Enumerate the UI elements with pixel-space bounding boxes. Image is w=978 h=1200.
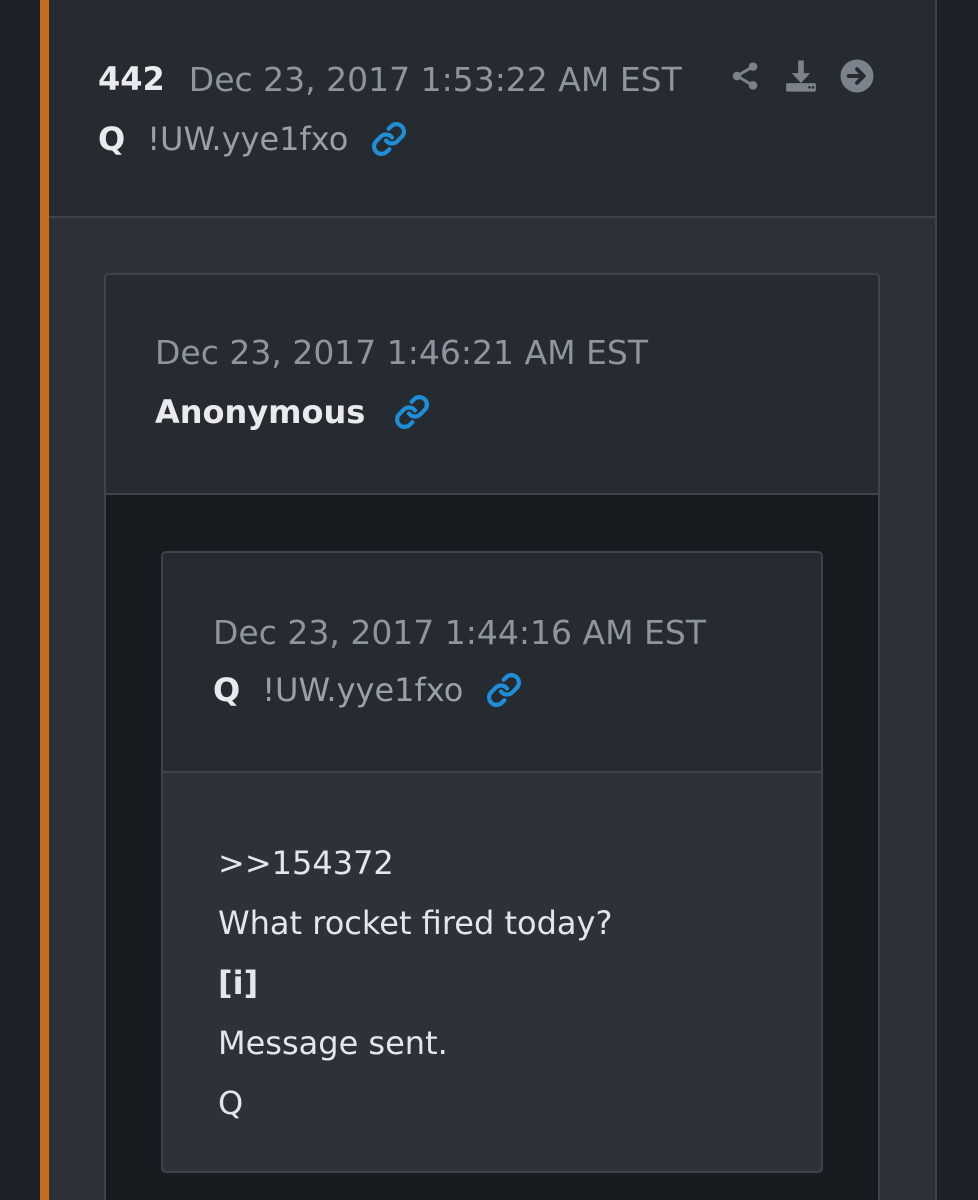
post-meta-row: 442 Dec 23, 2017 1:53:22 AM EST [98, 56, 682, 102]
quoted-post-timestamp: Dec 23, 2017 1:46:21 AM EST [155, 333, 648, 372]
nested-quote-tripcode: !UW.yye1fxo [262, 671, 464, 709]
arrow-right-circle-icon[interactable] [839, 58, 875, 94]
nested-quote-header: Dec 23, 2017 1:44:16 AM EST Q !UW.yye1fx… [163, 553, 821, 773]
download-icon[interactable] [783, 58, 819, 94]
post-tripcode: !UW.yye1fxo [147, 120, 349, 158]
body-text-line: What rocket fired today? [218, 904, 613, 942]
nested-quote-body: >>154372 What rocket fired today? [i] Me… [218, 833, 798, 1133]
quoted-post-anonymous: Dec 23, 2017 1:46:21 AM EST Anonymous De… [104, 273, 880, 1200]
quoted-post-author-row: Anonymous [155, 393, 431, 431]
nested-quote-author-name: Q [213, 671, 241, 709]
link-icon[interactable] [370, 120, 408, 158]
nested-quote-author-row: Q !UW.yye1fxo [213, 671, 523, 709]
quoted-post-header: Dec 23, 2017 1:46:21 AM EST Anonymous [106, 275, 878, 495]
post-author-row: Q !UW.yye1fxo [98, 116, 408, 162]
post-actions [727, 58, 875, 94]
post-page: 442 Dec 23, 2017 1:53:22 AM EST Q !UW.yy… [0, 0, 978, 1200]
body-text-line: Message sent. [218, 1024, 448, 1062]
reply-reference-link[interactable]: >>154372 [218, 833, 798, 893]
post-timestamp: Dec 23, 2017 1:53:22 AM EST [188, 59, 682, 99]
post-number: 442 [98, 60, 165, 98]
post-card: 442 Dec 23, 2017 1:53:22 AM EST Q !UW.yy… [49, 0, 937, 1200]
share-icon[interactable] [727, 58, 763, 94]
body-signature: Q [218, 1084, 244, 1122]
body-text-line: [i] [218, 964, 259, 1002]
post-accent-bar [40, 0, 49, 1200]
post-author-name: Q [98, 120, 126, 158]
link-icon[interactable] [393, 393, 431, 431]
quoted-post-q: Dec 23, 2017 1:44:16 AM EST Q !UW.yye1fx… [161, 551, 823, 1173]
post-header: 442 Dec 23, 2017 1:53:22 AM EST Q !UW.yy… [49, 0, 935, 218]
nested-quote-timestamp: Dec 23, 2017 1:44:16 AM EST [213, 613, 706, 652]
link-icon[interactable] [485, 671, 523, 709]
quoted-post-author-name: Anonymous [155, 393, 366, 431]
